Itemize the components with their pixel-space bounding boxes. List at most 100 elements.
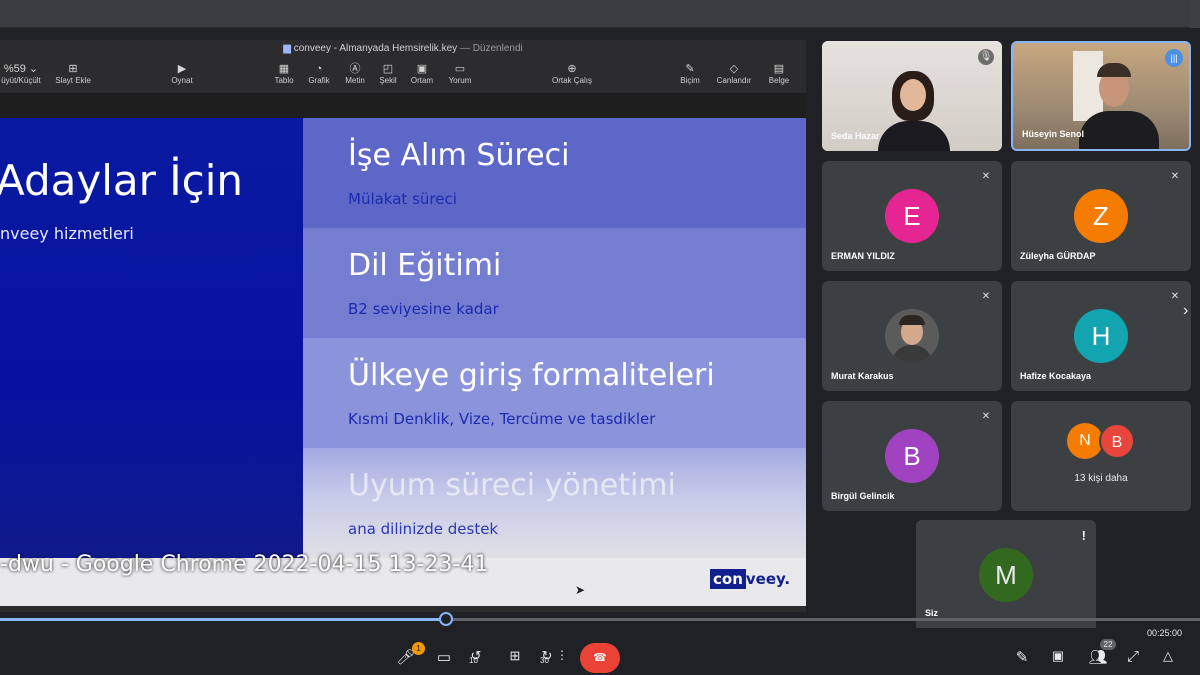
camera-icon[interactable]: ▭ (433, 648, 455, 666)
document-title: conveey - Almanyada Hemsirelik.key (293, 43, 458, 54)
zoom-tool[interactable]: %59 ⌄ üyüt/Küçült (0, 62, 46, 85)
chart-label: Grafik (308, 76, 330, 85)
comment-icon: ▭ (454, 63, 466, 75)
activities-icon[interactable]: △ (1157, 648, 1179, 664)
comment-tool[interactable]: ▭ Yorum (437, 62, 483, 85)
play-icon: ▶ (177, 63, 187, 75)
self-tile[interactable]: ! M Siz (916, 520, 1096, 628)
format-icon: ✎ (685, 63, 695, 75)
animate-icon: ◇ (729, 63, 739, 75)
participant-name: Hüseyin Senol (1022, 129, 1085, 139)
document-icon: ▆ (283, 43, 291, 54)
text-label: Metin (345, 76, 365, 85)
participant-name: Birgül Gelincik (831, 491, 895, 501)
slide-row-4: Uyum süreci yönetimi ana dilinizde deste… (303, 448, 806, 558)
keynote-toolbar: %59 ⌄ üyüt/Küçült ⊞ Slayt Ekle ▶ Oynat ▦ Ta… (0, 58, 806, 94)
row-subtext: B2 seviyesine kadar (348, 300, 499, 318)
participant-name: Siz (925, 608, 939, 618)
participant-name: Züleyha GÜRDAP (1020, 251, 1096, 261)
logo-part-2: veey. (745, 570, 791, 588)
row-subtext: Kısmi Denklik, Vize, Tercüme ve tasdikle… (348, 410, 656, 428)
row-heading: Ülkeye giriş formaliteleri (348, 358, 715, 393)
skip-forward-value: 30 (540, 656, 549, 665)
participant-name: Hafize Kocakaya (1020, 371, 1092, 381)
avatar: E (885, 189, 939, 243)
captions-icon[interactable]: ▣ (1047, 648, 1069, 664)
skip-back-value: 10 (469, 656, 478, 665)
title-separator: — (459, 43, 470, 54)
avatar: Z (1074, 189, 1128, 243)
comment-label: Yorum (448, 76, 472, 85)
participant-tile-erman[interactable]: ✕ E ERMAN YILDIZ (822, 161, 1002, 271)
more-participants-label: 13 kişi daha (1074, 473, 1128, 484)
pencil-icon[interactable]: ✎ (1011, 648, 1033, 666)
avatar: H (1074, 309, 1128, 363)
progress-knob[interactable] (439, 612, 453, 626)
row-heading: Uyum süreci yönetimi (348, 468, 676, 503)
participant-tile-hafize[interactable]: ✕ H Hafize Kocakaya (1011, 281, 1191, 391)
document-label: Belge (768, 76, 790, 85)
conveey-logo: con veey. (710, 569, 791, 590)
more-options-icon[interactable]: ⋮ (551, 648, 573, 662)
top-bar-inner (0, 0, 1190, 28)
fullscreen-icon[interactable]: ⤢ (1122, 648, 1144, 665)
animate-tool[interactable]: ◇ Canlandır (711, 62, 757, 85)
animate-label: Canlandır (716, 76, 752, 85)
notification-badge: 1 (412, 642, 425, 655)
slide-left-panel: Adaylar İçin nveey hizmetleri (0, 118, 303, 558)
alert-icon: ! (1081, 528, 1086, 543)
logo-part-1: con (710, 569, 746, 589)
row-heading: Dil Eğitimi (348, 248, 502, 283)
time-readout: 00:25:00 (1146, 628, 1182, 638)
hang-up-icon: ☎︎ (593, 652, 607, 664)
document-status: Düzenlendi (472, 43, 523, 54)
participant-name: Murat Karakus (831, 371, 894, 381)
mic-muted-icon: ✕ (981, 411, 991, 422)
collaborate-label: Ortak Çalış (551, 76, 592, 85)
avatar: B (1099, 423, 1135, 459)
more-participants-tile[interactable]: N B 13 kişi daha (1011, 401, 1191, 511)
mouse-cursor-icon: ➤ (575, 583, 586, 597)
row-heading: İşe Alım Süreci (348, 138, 570, 173)
participant-name: Seda Hazar (831, 131, 880, 141)
people-icon[interactable]: 👥︎ (1087, 648, 1109, 666)
mic-muted-icon: 🎙︎ (978, 49, 994, 65)
slide-row-3: Ülkeye giriş formaliteleri Kısmi Denklik… (303, 338, 806, 448)
mic-muted-icon: ✕ (981, 291, 991, 302)
participant-name: ERMAN YILDIZ (831, 251, 895, 261)
play-tool[interactable]: ▶ Oynat (159, 62, 205, 85)
slide-subtitle: nveey hizmetleri (0, 224, 134, 243)
play-label: Oynat (171, 76, 193, 85)
present-screen-icon[interactable]: ⊞ (504, 648, 526, 664)
participant-tile-murat[interactable]: ✕ Murat Karakus (822, 281, 1002, 391)
add-slide-label: Slayt Ekle (55, 76, 91, 85)
canvas-gap (0, 94, 806, 118)
leave-call-button[interactable]: ☎︎ (580, 643, 620, 673)
collaborate-icon: ⊕ (567, 63, 577, 75)
chevron-right-icon[interactable]: › (1183, 302, 1188, 320)
row-subtext: ana dilinizde destek (348, 520, 499, 538)
zoom-value: %59 ⌄ (3, 63, 39, 75)
people-count-badge: 22 (1100, 639, 1116, 650)
keynote-title-bar: ▆ conveey - Almanyada Hemsirelik.key — D… (0, 40, 806, 58)
participant-tile-birgul[interactable]: ✕ B Birgül Gelincik (822, 401, 1002, 511)
mic-muted-icon: ✕ (981, 171, 991, 182)
speaking-indicator-icon: ||| (1165, 49, 1183, 67)
add-slide-icon: ⊞ (68, 63, 78, 75)
participant-tile-zuleyha[interactable]: ✕ Z Züleyha GÜRDAP (1011, 161, 1191, 271)
slide-canvas: Adaylar İçin nveey hizmetleri İşe Alım S… (0, 118, 806, 558)
document-tool[interactable]: ▤ Belge (756, 62, 802, 85)
avatar: B (885, 429, 939, 483)
participant-tile-huseyin[interactable]: ||| Hüseyin Senol (1011, 41, 1191, 151)
video-progress-fill (0, 618, 444, 621)
document-icon: ▤ (773, 63, 785, 75)
slide-row-1: İşe Alım Süreci Mülakat süreci (303, 118, 806, 228)
keynote-bottom-edge (0, 606, 806, 612)
recording-caption: -dwu - Google Chrome 2022-04-15 13-23-41 (0, 552, 489, 577)
collaborate-tool[interactable]: ⊕ Ortak Çalış (542, 62, 602, 85)
mic-muted-icon: ✕ (1170, 291, 1180, 302)
add-slide-tool[interactable]: ⊞ Slayt Ekle (50, 62, 96, 85)
format-tool[interactable]: ✎ Biçim (667, 62, 713, 85)
row-subtext: Mülakat süreci (348, 190, 457, 208)
participant-tile-seda[interactable]: 🎙︎ Seda Hazar (822, 41, 1002, 151)
